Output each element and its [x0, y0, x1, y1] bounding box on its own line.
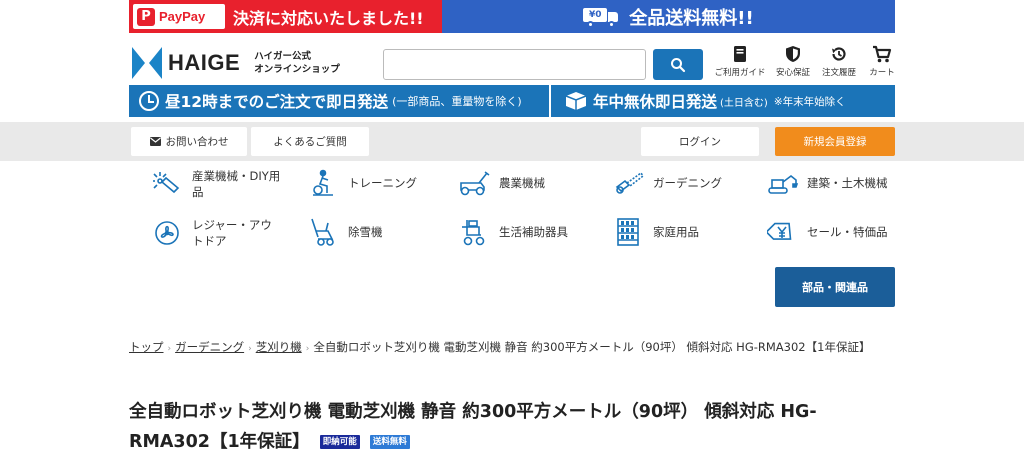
- parts-button[interactable]: 部品・関連品: [775, 267, 895, 307]
- guide-link[interactable]: ご利用ガイド: [710, 45, 770, 78]
- cart-link[interactable]: カート: [852, 45, 912, 78]
- lawn-mower-icon: [457, 168, 491, 198]
- exercise-bike-icon: [306, 168, 340, 198]
- category-leisure-outdoor[interactable]: レジャー・アウトドア: [150, 217, 282, 249]
- wheelchair-icon: [457, 217, 491, 247]
- breadcrumb-gardening[interactable]: ガーデニング: [175, 340, 244, 354]
- category-gardening[interactable]: ガーデニング: [611, 168, 743, 198]
- year-round-shipping: 年中無休即日発送 (土日含む) ※年末年始除く: [551, 85, 895, 117]
- account-nav-band: お問い合わせ よくあるご質問 ログイン 新規会員登録: [0, 122, 1024, 161]
- in-stock-badge: 即納可能: [319, 435, 360, 449]
- category-agriculture[interactable]: 農業機械: [457, 168, 589, 198]
- same-day-shipping: 昼12時までのご注文で即日発送 (一部商品、重量物を除く): [129, 85, 551, 117]
- shield-icon: [786, 46, 800, 62]
- paypay-message: 決済に対応いたしました!!: [233, 8, 424, 28]
- same-day-shipping-text: 昼12時までのご注文で即日発送: [165, 93, 389, 111]
- paypay-badge: P PayPay: [133, 4, 225, 29]
- guide-label: ご利用ガイド: [714, 68, 766, 78]
- breadcrumb-lawnmower[interactable]: 芝刈り機: [256, 340, 302, 354]
- logo-text: HAIGE: [168, 50, 241, 75]
- login-label: ログイン: [679, 136, 721, 148]
- site-logo[interactable]: HAIGE ハイガー公式 オンラインショップ: [132, 47, 340, 79]
- breadcrumb-home[interactable]: トップ: [129, 340, 164, 354]
- spark-tool-icon: [150, 169, 184, 199]
- contact-button[interactable]: お問い合わせ: [131, 127, 247, 156]
- category-living-aids[interactable]: 生活補助器具: [457, 217, 589, 247]
- category-household[interactable]: 家庭用品: [611, 217, 743, 247]
- breadcrumb-current: 全自動ロボット芝刈り機 電動芝刈機 静音 約300平方メートル（90坪） 傾斜対…: [313, 340, 871, 354]
- search-button[interactable]: [653, 49, 703, 80]
- logo-subtitle-line-1: ハイガー公式: [254, 51, 311, 62]
- category-label: 生活補助器具: [499, 225, 568, 239]
- category-industrial-diy[interactable]: 産業機械・DIY用品: [150, 168, 282, 200]
- faq-button[interactable]: よくあるご質問: [251, 127, 369, 156]
- search-icon: [671, 57, 686, 72]
- paypay-logo-icon: P: [137, 7, 155, 26]
- contact-label: お問い合わせ: [165, 136, 229, 148]
- promo-banner[interactable]: P PayPay 決済に対応いたしました!! ¥0 全品送料無料!!: [129, 0, 895, 33]
- year-round-shipping-note: (土日含む): [720, 97, 768, 109]
- year-round-shipping-text: 年中無休即日発送: [593, 93, 718, 111]
- category-training[interactable]: トレーニング: [306, 168, 438, 198]
- snowblower-icon: [306, 217, 340, 247]
- clock-icon: [139, 91, 159, 111]
- free-shipping-text: 全品送料無料!!: [629, 7, 754, 29]
- category-label: セール・特価品: [807, 225, 888, 239]
- free-shipping-badge: 送料無料: [369, 435, 410, 449]
- mail-icon: [149, 137, 161, 146]
- cart-label: カート: [869, 68, 895, 78]
- category-snowblower[interactable]: 除雪機: [306, 217, 438, 247]
- logo-subtitle: ハイガー公式 オンラインショップ: [254, 50, 340, 76]
- book-icon: [734, 46, 746, 62]
- search-input[interactable]: [383, 49, 646, 80]
- breadcrumb-separator: ›: [248, 344, 252, 354]
- category-label: 除雪機: [348, 225, 383, 239]
- category-label: 家庭用品: [653, 225, 699, 239]
- register-label: 新規会員登録: [803, 136, 867, 148]
- same-day-shipping-note: (一部商品、重量物を除く): [392, 95, 522, 108]
- paypay-label: PayPay: [159, 9, 206, 24]
- cart-icon: [873, 45, 892, 63]
- logo-subtitle-line-2: オンラインショップ: [254, 64, 340, 75]
- yen-tag-icon: [765, 217, 799, 247]
- package-icon: [565, 92, 587, 110]
- category-label: 産業機械・DIY用品: [192, 169, 281, 199]
- fan-icon: [150, 218, 184, 248]
- category-label: ガーデニング: [653, 176, 722, 190]
- shipping-info-bar: 昼12時までのご注文で即日発送 (一部商品、重量物を除く) 年中無休即日発送 (…: [129, 85, 895, 117]
- history-icon: [832, 47, 846, 61]
- excavator-icon: [765, 168, 799, 198]
- faq-label: よくあるご質問: [273, 136, 347, 148]
- truck-icon: ¥0: [583, 6, 619, 28]
- category-label: レジャー・アウトドア: [192, 218, 272, 248]
- breadcrumb-separator: ›: [167, 344, 172, 354]
- login-button[interactable]: ログイン: [641, 127, 759, 156]
- paypay-promo[interactable]: P PayPay 決済に対応いたしました!!: [129, 0, 442, 33]
- breadcrumb-separator: ›: [305, 344, 310, 354]
- category-construction[interactable]: 建築・土木機械: [765, 168, 897, 198]
- category-label: 建築・土木機械: [807, 176, 888, 190]
- chainsaw-icon: [611, 168, 645, 198]
- site-header: HAIGE ハイガー公式 オンラインショップ ご利用ガイド 安心保証 注文履歴 …: [129, 33, 895, 85]
- register-button[interactable]: 新規会員登録: [775, 127, 895, 156]
- category-label: 農業機械: [499, 176, 545, 190]
- category-label: トレーニング: [348, 176, 417, 190]
- breadcrumb: トップ › ガーデニング › 芝刈り機 › 全自動ロボット芝刈り機 電動芝刈機 静音 約30…: [129, 338, 895, 358]
- category-sale[interactable]: セール・特価品: [765, 217, 897, 247]
- haige-logo-icon: [132, 47, 162, 79]
- free-shipping-promo[interactable]: ¥0 全品送料無料!!: [442, 0, 895, 33]
- shelf-icon: [611, 217, 645, 247]
- product-title-block: 全自動ロボット芝刈り機 電動芝刈機 静音 約300平方メートル（90坪） 傾斜対…: [129, 397, 889, 457]
- truck-price-label: ¥0: [583, 7, 608, 22]
- year-end-note: ※年末年始除く: [773, 95, 846, 108]
- product-title: 全自動ロボット芝刈り機 電動芝刈機 静音 約300平方メートル（90坪） 傾斜対…: [129, 402, 817, 452]
